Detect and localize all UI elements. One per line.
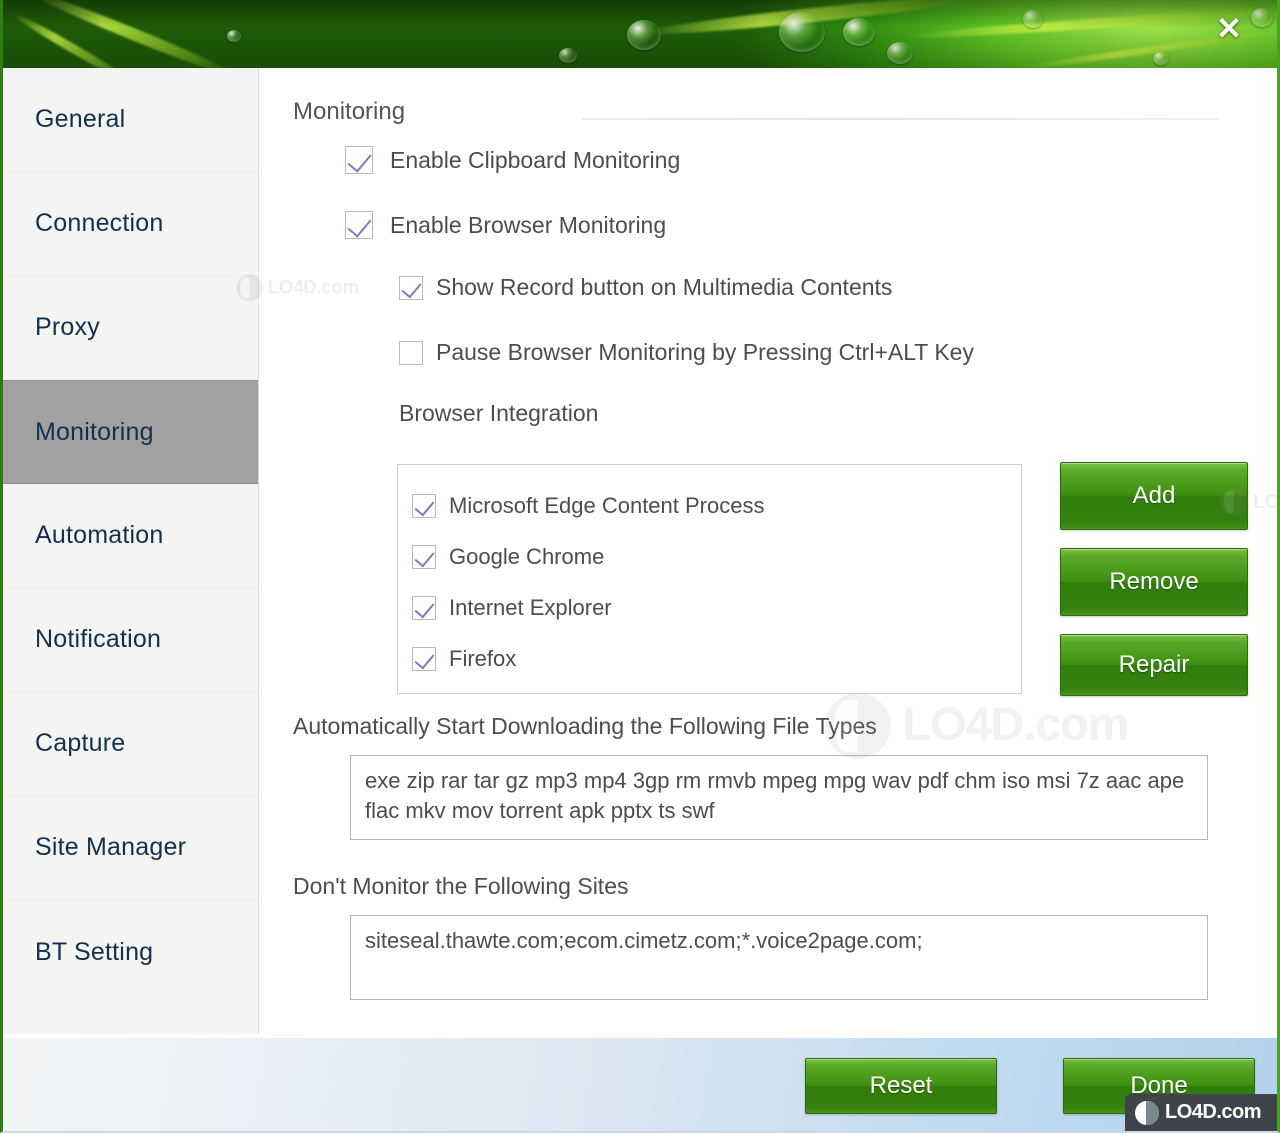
window-header-image: ✕ bbox=[3, 0, 1277, 68]
file-types-input[interactable]: exe zip rar tar gz mp3 mp4 3gp rm rmvb m… bbox=[350, 755, 1208, 840]
checkbox-checked-icon[interactable] bbox=[399, 275, 423, 300]
watermark-text: LO4D.com bbox=[1165, 1101, 1262, 1123]
checkbox-checked-icon[interactable] bbox=[412, 595, 436, 620]
list-item[interactable]: Internet Explorer bbox=[412, 582, 1021, 633]
sidebar-item-site-manager[interactable]: Site Manager bbox=[3, 796, 258, 900]
sidebar-item-capture[interactable]: Capture bbox=[3, 692, 258, 796]
remove-button[interactable]: Remove bbox=[1060, 548, 1248, 616]
checkbox-label: Pause Browser Monitoring by Pressing Ctr… bbox=[436, 339, 974, 365]
list-item[interactable]: Google Chrome bbox=[412, 531, 1021, 582]
checkbox-checked-icon[interactable] bbox=[412, 646, 436, 671]
add-button[interactable]: Add bbox=[1060, 462, 1248, 530]
sidebar: General Connection Proxy Monitoring Auto… bbox=[3, 68, 259, 1034]
page-title: Monitoring bbox=[293, 98, 406, 125]
section-divider bbox=[582, 118, 1219, 120]
sidebar-item-bt-setting[interactable]: BT Setting bbox=[3, 900, 258, 1004]
checkbox-label: Show Record button on Multimedia Content… bbox=[436, 274, 893, 300]
sidebar-item-general[interactable]: General bbox=[3, 68, 258, 172]
list-item-label: Google Chrome bbox=[449, 543, 605, 569]
sidebar-item-automation[interactable]: Automation bbox=[3, 484, 258, 588]
sidebar-item-label: Proxy bbox=[35, 313, 100, 341]
sidebar-item-label: General bbox=[35, 105, 126, 133]
repair-button[interactable]: Repair bbox=[1060, 634, 1248, 696]
main-content: Monitoring Enable Clipboard Monitoring E… bbox=[260, 68, 1277, 1034]
sidebar-item-label: Automation bbox=[35, 521, 164, 549]
checkbox-label: Enable Browser Monitoring bbox=[390, 211, 667, 238]
checkbox-unchecked-icon[interactable] bbox=[399, 340, 423, 365]
file-types-label: Automatically Start Downloading the Foll… bbox=[293, 713, 877, 739]
excluded-sites-input[interactable]: siteseal.thawte.com;ecom.cimetz.com;*.vo… bbox=[350, 915, 1208, 1000]
sidebar-item-label: Notification bbox=[35, 625, 162, 653]
checkbox-enable-clipboard-monitoring[interactable]: Enable Clipboard Monitoring bbox=[345, 146, 680, 174]
watermark-text: LO4D.com bbox=[1253, 490, 1280, 513]
sidebar-item-label: Site Manager bbox=[35, 833, 187, 861]
checkbox-checked-icon[interactable] bbox=[345, 146, 373, 174]
lo4d-watermark-badge: LO4D.com bbox=[1125, 1094, 1277, 1131]
list-item[interactable]: Firefox bbox=[412, 633, 1021, 684]
list-item[interactable]: Microsoft Edge Content Process bbox=[412, 480, 1021, 531]
checkbox-enable-browser-monitoring[interactable]: Enable Browser Monitoring bbox=[345, 211, 666, 239]
sidebar-item-label: Capture bbox=[35, 729, 126, 757]
checkbox-checked-icon[interactable] bbox=[412, 493, 436, 518]
settings-window: ✕ General Connection Proxy Monitoring Au… bbox=[0, 0, 1280, 1133]
checkbox-checked-icon[interactable] bbox=[345, 211, 373, 239]
checkbox-pause-browser-monitoring[interactable]: Pause Browser Monitoring by Pressing Ctr… bbox=[399, 339, 974, 366]
watermark-text: LO4D.com bbox=[902, 698, 1130, 751]
checkbox-checked-icon[interactable] bbox=[412, 544, 436, 569]
list-item-label: Firefox bbox=[449, 645, 517, 671]
sidebar-item-label: BT Setting bbox=[35, 937, 154, 966]
close-icon[interactable]: ✕ bbox=[1209, 8, 1249, 48]
sidebar-item-label: Monitoring bbox=[35, 417, 154, 446]
checkbox-show-record-button[interactable]: Show Record button on Multimedia Content… bbox=[399, 274, 892, 301]
browser-integration-label: Browser Integration bbox=[399, 400, 599, 426]
checkbox-label: Enable Clipboard Monitoring bbox=[390, 146, 681, 173]
excluded-sites-label: Don't Monitor the Following Sites bbox=[293, 873, 629, 899]
sidebar-item-monitoring[interactable]: Monitoring bbox=[3, 380, 258, 484]
sidebar-item-connection[interactable]: Connection bbox=[3, 172, 258, 276]
sidebar-item-proxy[interactable]: Proxy bbox=[3, 276, 258, 380]
header-overlay bbox=[3, 0, 1277, 68]
sidebar-item-notification[interactable]: Notification bbox=[3, 588, 258, 692]
list-item-label: Internet Explorer bbox=[449, 594, 612, 620]
reset-button[interactable]: Reset bbox=[805, 1058, 997, 1114]
browser-integration-list: Microsoft Edge Content Process Google Ch… bbox=[397, 464, 1022, 694]
list-item-label: Microsoft Edge Content Process bbox=[449, 492, 765, 518]
watermark-logo-icon bbox=[1135, 1100, 1159, 1125]
sidebar-item-label: Connection bbox=[35, 209, 164, 237]
